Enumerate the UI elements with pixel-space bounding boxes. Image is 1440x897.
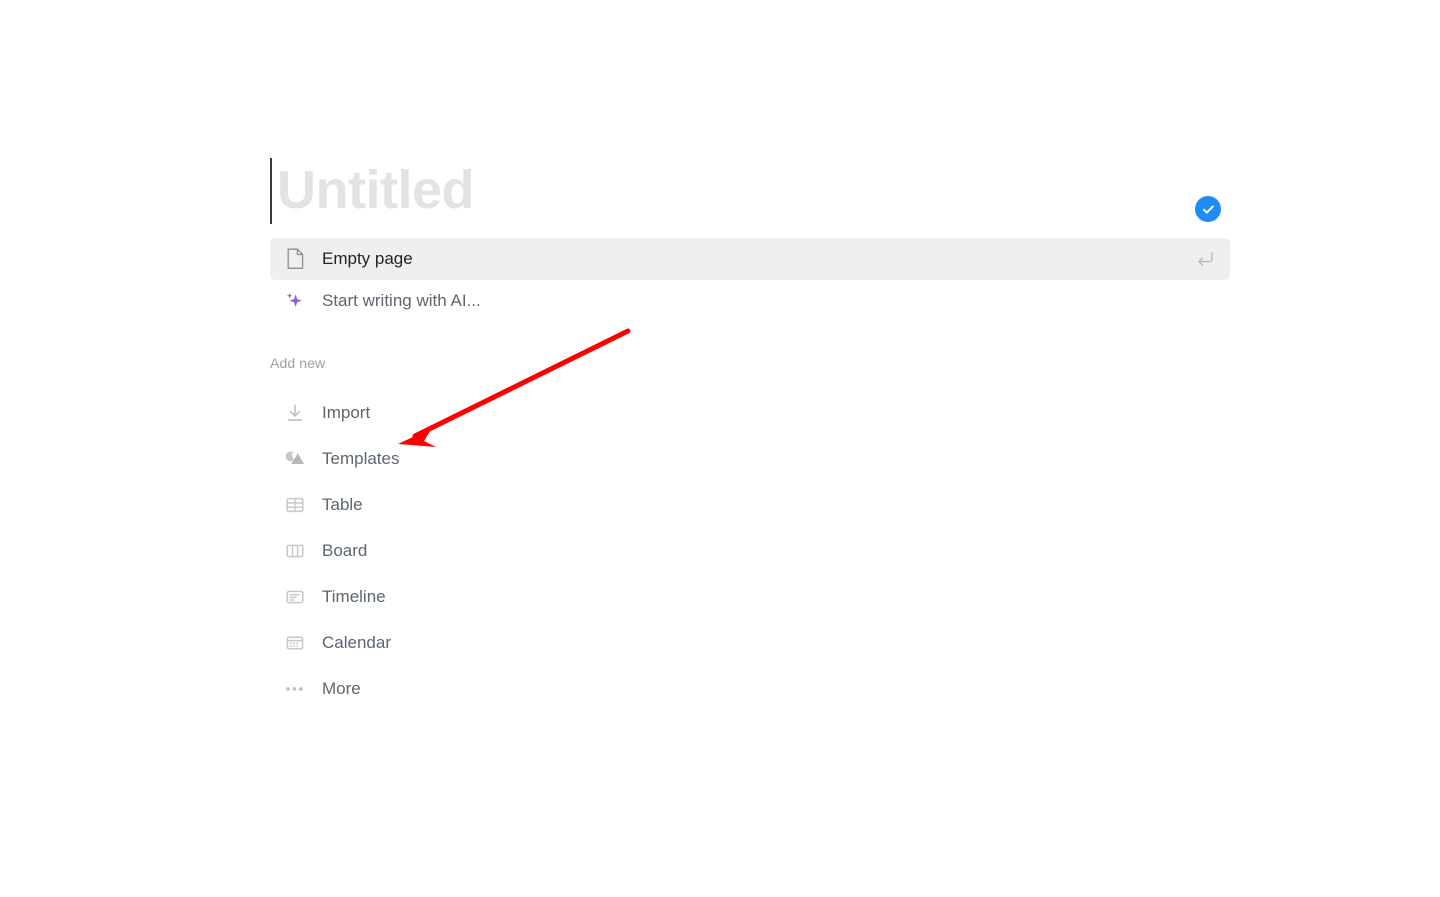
annotation-arrow-icon xyxy=(398,328,631,447)
check-circle-icon[interactable] xyxy=(1195,196,1221,222)
menu-item-label: Templates xyxy=(322,449,400,468)
suggestion-item-empty-page[interactable]: Empty page xyxy=(270,238,1230,280)
page-title-row[interactable]: Untitled xyxy=(270,155,1230,227)
menu-item-templates[interactable]: Templates xyxy=(270,436,690,482)
menu-item-label: More xyxy=(322,679,361,698)
menu-item-table[interactable]: Table xyxy=(270,482,690,528)
menu-item-calendar[interactable]: Calendar xyxy=(270,620,690,666)
download-arrow-icon xyxy=(280,402,310,424)
board-columns-icon xyxy=(280,540,310,562)
menu-item-timeline[interactable]: Timeline xyxy=(270,574,690,620)
menu-item-import[interactable]: Import xyxy=(270,390,690,436)
menu-item-label: Timeline xyxy=(322,587,386,606)
menu-item-board[interactable]: Board xyxy=(270,528,690,574)
menu-item-label: Board xyxy=(322,541,368,560)
add-new-menu: Import Templates Table Board Timeline Ca… xyxy=(270,390,690,712)
shapes-templates-icon xyxy=(280,448,310,470)
ai-sparkles-icon xyxy=(280,290,310,312)
page-title-placeholder: Untitled xyxy=(277,160,474,220)
menu-item-label: Table xyxy=(322,495,363,514)
enter-return-icon xyxy=(1196,251,1214,267)
suggestion-item-start-writing-with-ai[interactable]: Start writing with AI... xyxy=(270,280,1230,322)
suggestion-item-label: Start writing with AI... xyxy=(322,291,481,310)
table-grid-icon xyxy=(280,494,310,516)
menu-item-label: Calendar xyxy=(322,633,391,652)
document-page-icon xyxy=(280,248,310,270)
suggestion-item-label: Empty page xyxy=(322,249,413,268)
menu-item-more[interactable]: More xyxy=(270,666,690,712)
ellipsis-more-icon xyxy=(280,678,310,700)
app-root: Untitled Empty page Start writing with A… xyxy=(0,0,1440,897)
menu-item-label: Import xyxy=(322,403,371,422)
add-new-section-label: Add new xyxy=(270,355,326,371)
text-caret xyxy=(270,158,272,224)
calendar-icon xyxy=(280,632,310,654)
timeline-icon xyxy=(280,586,310,608)
suggestion-list: Empty page Start writing with AI... xyxy=(270,238,1230,322)
